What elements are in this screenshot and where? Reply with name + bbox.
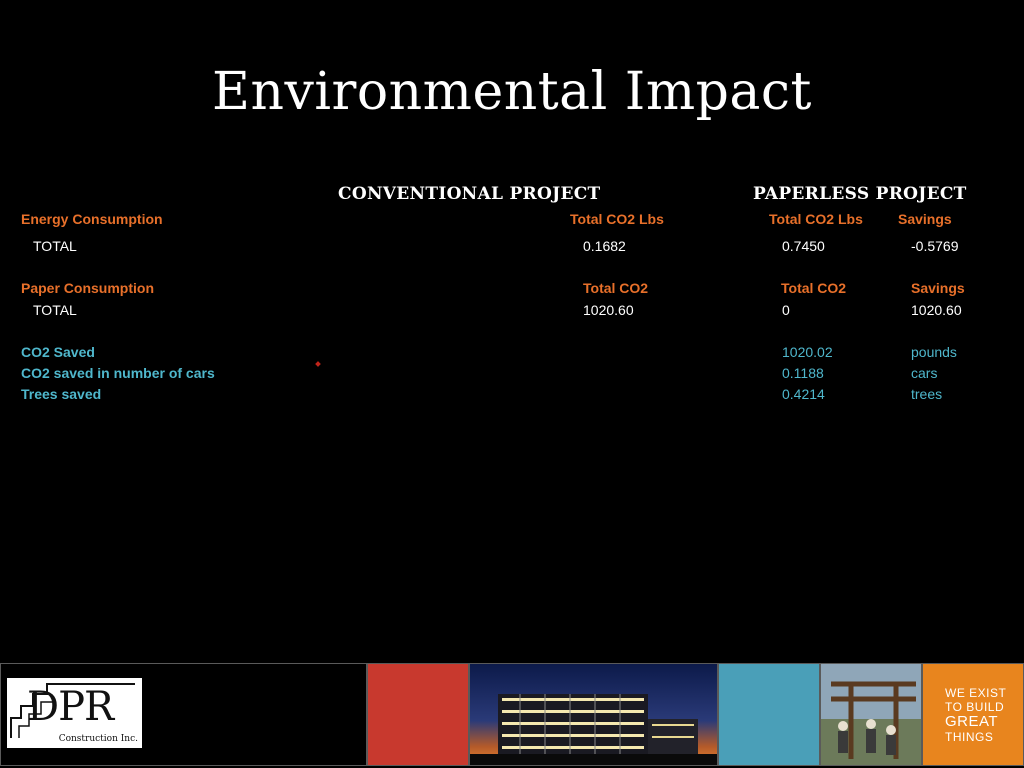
paper-paperless-value: 0: [782, 302, 790, 318]
tagline: WE EXIST TO BUILD GREAT THINGS: [945, 686, 1006, 744]
energy-paperless-col-label: Total CO2 Lbs: [769, 211, 863, 227]
co2-saved-unit: pounds: [911, 344, 957, 360]
dpr-logo: DPR Construction Inc.: [7, 678, 142, 748]
logo-subtitle: Construction Inc.: [58, 734, 138, 744]
energy-section-label: Energy Consumption: [21, 211, 163, 227]
energy-conventional-value: 0.1682: [583, 238, 626, 254]
logo-tile: DPR Construction Inc.: [0, 663, 367, 766]
page-title: Environmental Impact: [212, 62, 812, 122]
building-night-photo-icon: [470, 664, 717, 765]
trees-saved-unit: trees: [911, 386, 943, 402]
tagline-line-4: THINGS: [945, 730, 994, 744]
energy-conventional-col-label: Total CO2 Lbs: [570, 211, 664, 227]
paperless-project-header: PAPERLESS PROJECT: [753, 184, 967, 204]
workers-photo: [820, 663, 922, 766]
red-marker: [315, 361, 321, 367]
tagline-tile: WE EXIST TO BUILD GREAT THINGS: [922, 663, 1024, 766]
conventional-project-header: CONVENTIONAL PROJECT: [338, 184, 601, 204]
building-photo: [469, 663, 718, 766]
teal-tile: [718, 663, 820, 766]
paper-conventional-col-label: Total CO2: [583, 280, 649, 296]
cars-saved-value: 0.1188: [782, 365, 824, 381]
paper-savings-value: 1020.60: [911, 302, 962, 318]
energy-paperless-value: 0.7450: [782, 238, 825, 254]
paper-paperless-col-label: Total CO2: [781, 280, 847, 296]
paper-conventional-value: 1020.60: [583, 302, 634, 318]
energy-total-label: TOTAL: [33, 238, 77, 254]
paper-section-label: Paper Consumption: [21, 280, 155, 296]
trees-saved-label: Trees saved: [21, 386, 102, 402]
co2-saved-label: CO2 Saved: [21, 344, 95, 360]
logo-letters: DPR: [27, 684, 114, 730]
energy-savings-value: -0.5769: [911, 238, 959, 254]
footer-banner: DPR Construction Inc. WE EXIST TO BUILD …: [0, 663, 1024, 768]
paper-savings-col-label: Savings: [911, 280, 965, 296]
tagline-line-1: WE EXIST: [945, 686, 1007, 700]
cars-saved-unit: cars: [911, 365, 938, 381]
cars-saved-label: CO2 saved in number of cars: [21, 365, 215, 381]
red-tile: [367, 663, 469, 766]
tagline-line-3: GREAT: [945, 713, 999, 730]
construction-workers-photo-icon: [821, 664, 921, 765]
tagline-line-2: TO BUILD: [945, 700, 1005, 714]
trees-saved-value: 0.4214: [782, 386, 825, 402]
energy-savings-col-label: Savings: [898, 211, 952, 227]
co2-saved-value: 1020.02: [782, 344, 833, 360]
paper-total-label: TOTAL: [33, 302, 77, 318]
